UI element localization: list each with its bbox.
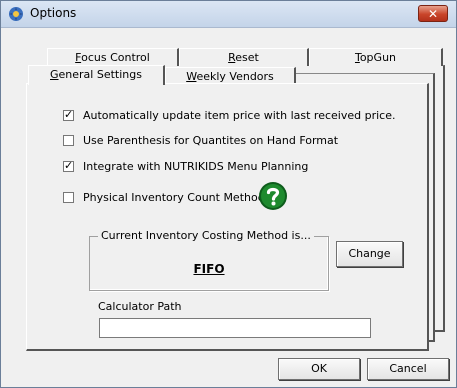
checkbox[interactable] (63, 134, 74, 146)
option-parenthesis-format[interactable]: Use Parenthesis for Quantites on Hand Fo… (63, 132, 338, 148)
option-label: Physical Inventory Count Method (83, 190, 265, 204)
tab-label: Focus Control (75, 51, 150, 64)
general-settings-panel (26, 83, 429, 351)
checkmark-icon: ✓ (64, 107, 74, 121)
checkbox[interactable]: ✓ (63, 107, 74, 121)
option-label: Use Parenthesis for Quantites on Hand Fo… (83, 133, 339, 147)
close-button[interactable]: ✕ (418, 5, 448, 22)
option-physical-inventory[interactable]: Physical Inventory Count Method (63, 189, 265, 205)
change-button[interactable]: Change (336, 241, 403, 267)
costing-method-group: Current Inventory Costing Method is... F… (89, 229, 329, 291)
checkmark-icon: ✓ (64, 158, 74, 172)
option-nutrikids[interactable]: ✓ Integrate with NUTRIKIDS Menu Planning (63, 158, 308, 174)
cancel-button[interactable]: Cancel (367, 358, 449, 380)
calculator-path-label: Calculator Path (98, 300, 182, 313)
tab-general-settings[interactable]: General Settings (28, 65, 165, 85)
costing-method-value: FIFO (193, 262, 225, 276)
tab-label: TopGun (354, 51, 397, 64)
checkbox[interactable] (63, 191, 74, 203)
option-label: Automatically update item price with las… (83, 108, 396, 122)
cancel-button-label: Cancel (389, 362, 427, 375)
window-title: Options (30, 6, 77, 20)
tab-label: Reset (228, 51, 259, 64)
ok-button-label: OK (311, 362, 327, 375)
option-label: Integrate with NUTRIKIDS Menu Planning (83, 159, 309, 173)
option-auto-update-price[interactable]: ✓ Automatically update item price with l… (63, 107, 395, 123)
tab-reset[interactable]: Reset (179, 48, 309, 66)
ok-button[interactable]: OK (278, 358, 360, 380)
costing-method-legend: Current Inventory Costing Method is... (98, 229, 314, 242)
tab-focus-control[interactable]: Focus Control (47, 48, 179, 66)
tab-weekly-vendors[interactable]: Weekly Vendors (165, 67, 296, 84)
help-icon[interactable] (258, 181, 288, 211)
tab-label: General Settings (50, 68, 142, 81)
calculator-path-input[interactable] (99, 318, 371, 338)
options-window: Options ✕ Focus Control Reset TopGun Gen… (0, 0, 457, 388)
options-app-icon (9, 7, 23, 21)
tab-label: Weekly Vendors (186, 70, 274, 83)
change-button-label: Change (348, 247, 391, 260)
title-bar: Options ✕ (1, 1, 456, 28)
tab-topgun[interactable]: TopGun (309, 48, 443, 66)
checkbox[interactable]: ✓ (63, 158, 74, 172)
close-icon: ✕ (427, 7, 439, 21)
